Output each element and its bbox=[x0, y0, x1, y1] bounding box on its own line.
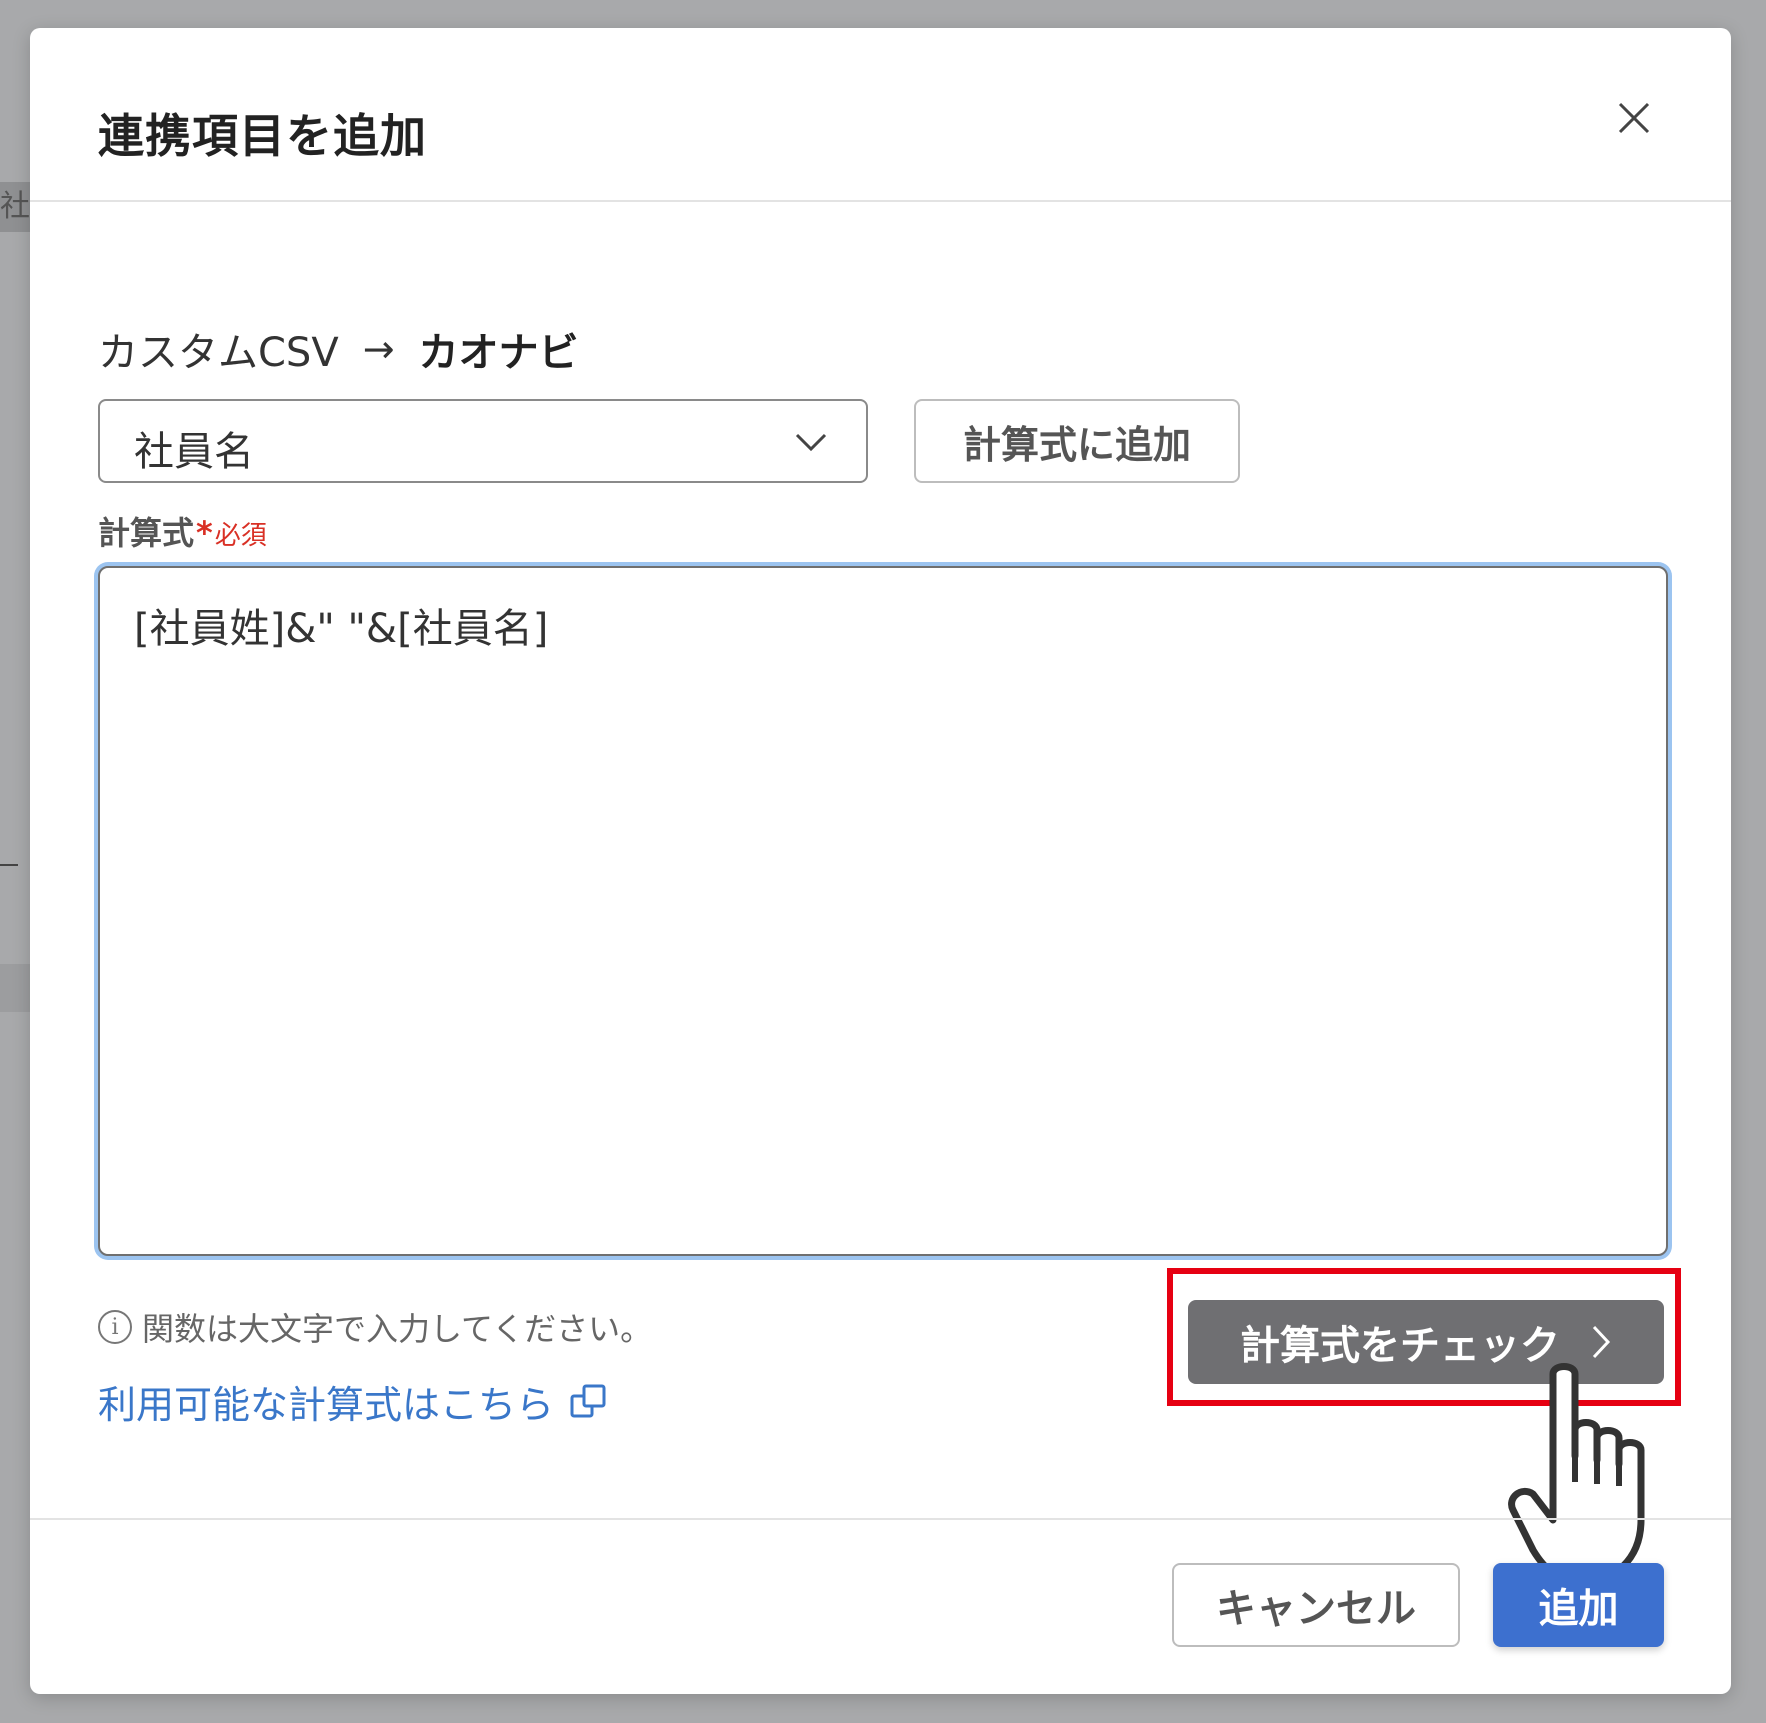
cancel-button[interactable]: キャンセル bbox=[1172, 1563, 1460, 1647]
field-select[interactable]: 社員名 bbox=[98, 399, 868, 483]
required-asterisk: * bbox=[196, 514, 213, 552]
add-mapping-dialog: 連携項目を追加 カスタムCSV → カオナビ 社員名 計算式に追加 計算式 * … bbox=[30, 28, 1731, 1694]
chevron-right-icon bbox=[1592, 1325, 1611, 1359]
close-button[interactable] bbox=[1604, 88, 1664, 148]
background-dash bbox=[0, 864, 18, 866]
dialog-title: 連携項目を追加 bbox=[98, 109, 427, 163]
hand-pointer-icon bbox=[1508, 1363, 1645, 1586]
info-icon: i bbox=[98, 1310, 132, 1344]
formula-textarea[interactable]: [社員姓]&" "&[社員名] bbox=[98, 566, 1668, 1256]
field-select-value: 社員名 bbox=[134, 429, 254, 475]
check-formula-label: 計算式をチェック bbox=[1240, 1323, 1560, 1369]
formula-field-label: 計算式 * 必須 bbox=[98, 508, 267, 554]
background-fragment-text: 社 bbox=[0, 182, 30, 232]
available-formulas-link-text: 利用可能な計算式はこちら bbox=[98, 1383, 555, 1427]
chevron-down-icon bbox=[795, 433, 827, 452]
dialog-header: 連携項目を追加 bbox=[30, 28, 1731, 202]
formula-label-text: 計算式 bbox=[98, 514, 195, 552]
mapping-target: カオナビ bbox=[418, 330, 579, 376]
add-to-formula-button[interactable]: 計算式に追加 bbox=[914, 399, 1240, 483]
check-formula-button[interactable]: 計算式をチェック bbox=[1188, 1300, 1664, 1384]
close-icon bbox=[1618, 102, 1650, 134]
footer-divider bbox=[30, 1518, 1731, 1520]
formula-hint: i 関数は大文字で入力してください。 bbox=[98, 1304, 652, 1350]
mapping-source: カスタムCSV bbox=[98, 330, 339, 376]
required-badge: 必須 bbox=[214, 521, 267, 551]
available-formulas-link[interactable]: 利用可能な計算式はこちら bbox=[98, 1374, 608, 1429]
external-link-icon bbox=[570, 1384, 606, 1417]
arrow-right-icon: → bbox=[362, 327, 395, 371]
add-button[interactable]: 追加 bbox=[1493, 1563, 1664, 1647]
background-band bbox=[0, 964, 30, 1012]
mapping-direction: カスタムCSV → カオナビ bbox=[98, 320, 579, 378]
formula-hint-text: 関数は大文字で入力してください。 bbox=[142, 1310, 653, 1348]
